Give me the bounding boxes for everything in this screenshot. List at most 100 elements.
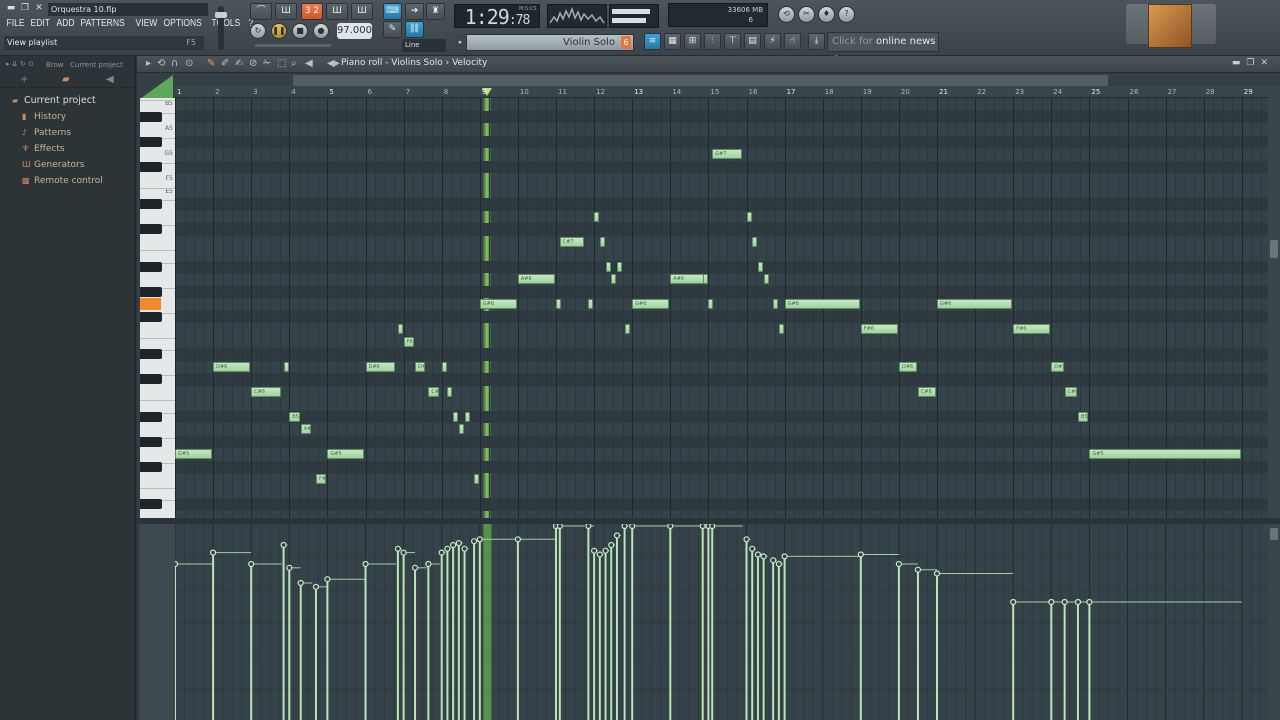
note[interactable]: D#6 (415, 361, 426, 372)
fl-studio-logo[interactable] (1126, 4, 1216, 48)
menu-tools[interactable]: TOOLS (209, 17, 243, 31)
online-news-button[interactable]: Click for online news ◉ (827, 32, 939, 65)
black-key[interactable] (140, 349, 162, 360)
black-key[interactable] (140, 311, 162, 322)
tree-item-history[interactable]: ▮ History (22, 109, 136, 125)
velocity-handle[interactable] (476, 536, 483, 543)
tree-item-current-project[interactable]: ▰ Current project (12, 93, 136, 109)
black-key[interactable] (140, 286, 162, 297)
piano-roll-window-buttons[interactable]: ▬❐✕ (1232, 58, 1274, 68)
note[interactable]: C#6 (428, 386, 439, 397)
note[interactable] (397, 324, 403, 335)
event-scroll-thumb[interactable] (1270, 528, 1278, 540)
tempo-display[interactable]: 97.000 (337, 23, 372, 39)
countdown-icon[interactable]: ♜ (426, 3, 445, 20)
corner-zoom-handle[interactable] (140, 75, 173, 99)
zoom-icon[interactable]: ⌕ (291, 58, 297, 69)
restore-icon[interactable]: ❐ (20, 2, 30, 14)
tree-item-remote-control[interactable]: ▩ Remote control (22, 173, 136, 189)
channel-rack-icon[interactable]: ⊞ (684, 33, 701, 50)
wait-for-input-icon[interactable]: ➜ (405, 3, 424, 20)
pitch-slider[interactable] (255, 44, 331, 47)
velocity-handle[interactable] (1048, 598, 1055, 606)
note[interactable]: D#6 (365, 361, 395, 372)
velocity-handle[interactable] (175, 560, 179, 568)
note[interactable]: G#6 (479, 299, 517, 310)
plugin-picker-icon[interactable]: ⚡ (764, 33, 781, 50)
piano-keyboard[interactable]: E5F5G5A5B5C6 (140, 98, 175, 518)
stop-icon[interactable]: ■ (292, 23, 308, 39)
note[interactable] (599, 236, 605, 247)
channel-selector[interactable]: Violin Solo 6 (466, 34, 634, 51)
piano-roll-menu-icon[interactable]: ▸ (146, 58, 151, 69)
minimize-icon[interactable]: ▬ (6, 2, 16, 14)
help-icon[interactable]: ? (838, 6, 855, 23)
note[interactable] (474, 474, 480, 485)
note[interactable]: G#6 (632, 299, 670, 310)
event-scrollbar[interactable] (1268, 524, 1280, 720)
note[interactable]: G#6 (937, 299, 1013, 310)
pattern-mode-button[interactable]: ⌒ (250, 3, 272, 20)
velocity-handle[interactable] (596, 551, 603, 558)
browser-icon[interactable]: ⊤ (724, 33, 741, 50)
black-key[interactable] (140, 436, 162, 447)
velocity-handle[interactable] (209, 549, 217, 556)
magnet-icon[interactable]: ⟲ (157, 58, 165, 69)
velocity-handle[interactable] (629, 524, 636, 530)
playlist-icon[interactable]: ≡ (644, 33, 661, 50)
slice-icon[interactable]: ✁ (263, 58, 271, 69)
note[interactable]: G#6 (784, 299, 860, 310)
touch-keyboard-icon[interactable]: ☝ (784, 33, 801, 50)
velocity-handle[interactable] (394, 545, 401, 552)
note[interactable] (611, 274, 617, 285)
pattern-number-display[interactable]: 3 2 (301, 3, 323, 20)
velocity-handle[interactable] (781, 553, 788, 560)
black-key[interactable] (140, 499, 162, 510)
menu-view[interactable]: VIEW (133, 17, 160, 31)
velocity-handle[interactable] (914, 566, 922, 573)
record-icon[interactable]: ● (313, 23, 329, 39)
velocity-handle[interactable] (754, 551, 762, 558)
note[interactable]: C#6 (1064, 386, 1077, 397)
velocity-handle[interactable] (608, 541, 615, 549)
velocity-handle[interactable] (556, 524, 563, 530)
menu-patterns[interactable]: PATTERNS (78, 17, 127, 31)
note[interactable] (605, 261, 611, 272)
note[interactable]: C#7 (559, 236, 584, 247)
velocity-handle[interactable] (699, 524, 706, 530)
black-key[interactable] (140, 461, 162, 472)
brush-icon[interactable]: ✎ (383, 21, 402, 38)
snap-icon[interactable]: ∩ (171, 58, 178, 69)
menu-edit[interactable]: EDIT (28, 17, 52, 31)
note[interactable] (778, 324, 784, 335)
velocity-handle[interactable] (857, 551, 864, 558)
piano-roll-breadcrumb[interactable]: Piano roll - Violins Solo › Velocity (341, 58, 487, 68)
note[interactable]: A#6 (517, 274, 555, 285)
velocity-handle[interactable] (1086, 598, 1093, 606)
select-icon[interactable]: ⬚ (277, 58, 286, 69)
mute-icon[interactable]: ⊘ (249, 58, 257, 69)
black-key[interactable] (140, 374, 162, 385)
velocity-handle[interactable] (312, 583, 320, 590)
note[interactable] (763, 274, 769, 285)
snap-mode-select[interactable]: Line (402, 39, 446, 52)
plus-icon[interactable]: + (20, 74, 28, 85)
note[interactable] (757, 261, 763, 272)
velocity-handle[interactable] (444, 545, 451, 552)
file-icon[interactable]: ▤ (744, 33, 761, 50)
velocity-handle[interactable] (248, 560, 255, 568)
target-control-icon[interactable]: ◀▸ (327, 58, 340, 69)
velocity-handle[interactable] (362, 560, 369, 568)
note[interactable] (746, 211, 752, 222)
mixer-icon[interactable]: ⫶ (704, 33, 721, 50)
black-key[interactable] (140, 411, 162, 422)
note[interactable]: C#6 (917, 386, 936, 397)
note[interactable] (616, 261, 622, 272)
velocity-graph[interactable] (175, 524, 1268, 720)
black-key[interactable] (140, 111, 162, 122)
piano-roll-icon[interactable]: ▦ (664, 33, 681, 50)
note[interactable] (708, 299, 714, 310)
delete-icon[interactable]: ✍ (235, 58, 243, 69)
velocity-handle[interactable] (621, 524, 628, 530)
note[interactable] (773, 299, 779, 310)
